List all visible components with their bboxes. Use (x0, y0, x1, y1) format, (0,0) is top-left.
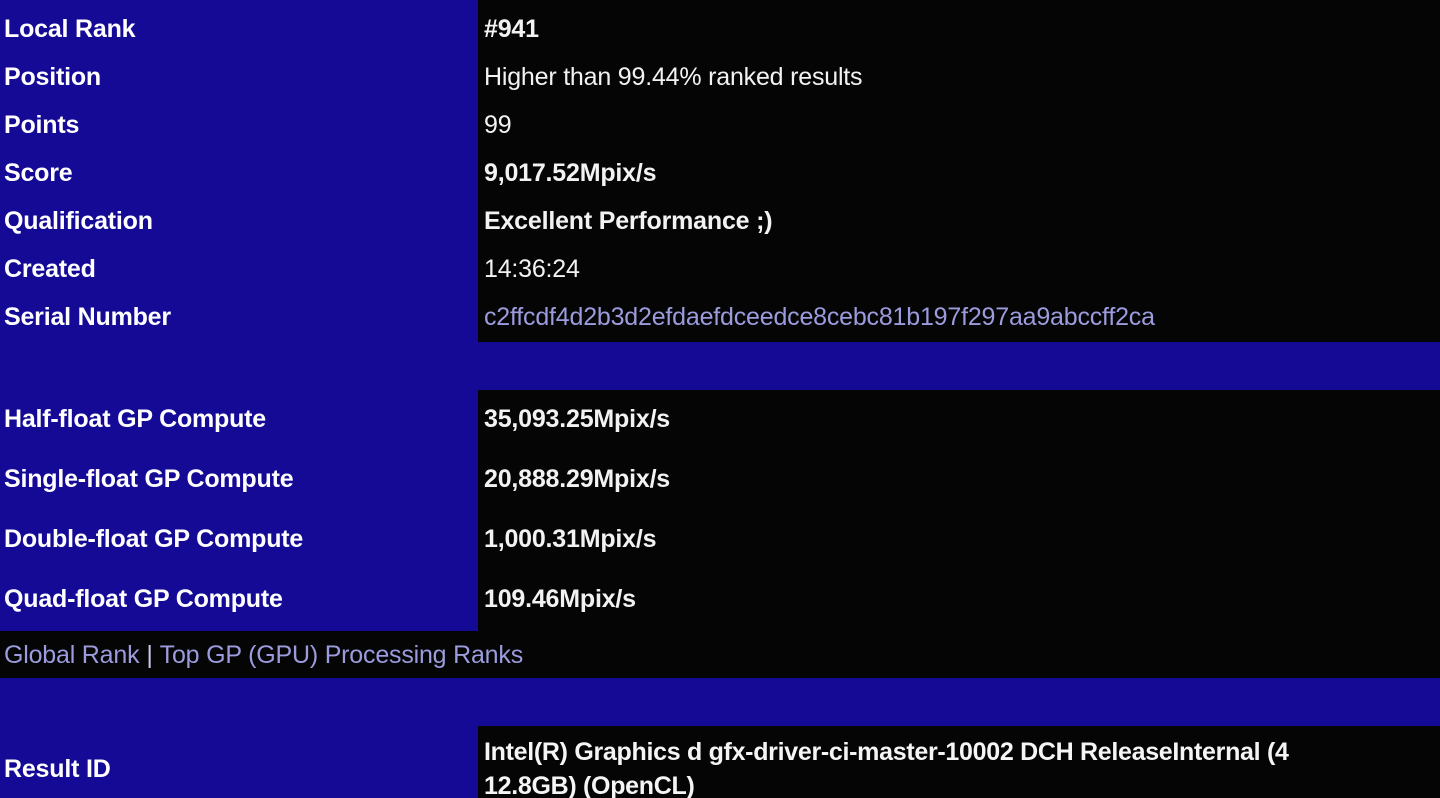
row-points: Points 99 (0, 110, 1440, 140)
row-serial-number: Serial Number c2ffcdf4d2b3d2efdaefdceedc… (0, 302, 1440, 332)
row-result-id: Result ID Intel(R) Graphics d gfx-driver… (0, 726, 1440, 798)
value-serial-number[interactable]: c2ffcdf4d2b3d2efdaefdceedce8cebc81b197f2… (478, 302, 1440, 332)
value-qualification: Excellent Performance ;) (478, 206, 1440, 236)
link-global-rank[interactable]: Global Rank (4, 639, 139, 671)
label-half-float-gp-compute: Half-float GP Compute (0, 404, 478, 434)
value-double-float-gp-compute: 1,000.31Mpix/s (478, 524, 1440, 554)
value-quad-float-gp-compute: 109.46Mpix/s (478, 584, 1440, 614)
link-top-gp-processing-ranks[interactable]: Top GP (GPU) Processing Ranks (160, 639, 523, 671)
value-position: Higher than 99.44% ranked results (478, 62, 1440, 92)
label-created: Created (0, 254, 478, 284)
label-points: Points (0, 110, 478, 140)
result-id-line-1: Intel(R) Graphics d gfx-driver-ci-master… (484, 738, 1289, 766)
rank-links-bar: Global Rank | Top GP (GPU) Processing Ra… (0, 638, 1440, 672)
value-half-float-gp-compute: 35,093.25Mpix/s (478, 404, 1440, 434)
row-score: Score 9,017.52Mpix/s (0, 158, 1440, 188)
row-created: Created 14:36:24 (0, 254, 1440, 284)
row-half-float-gp-compute: Half-float GP Compute 35,093.25Mpix/s (0, 404, 1440, 434)
label-position: Position (0, 62, 478, 92)
row-single-float-gp-compute: Single-float GP Compute 20,888.29Mpix/s (0, 464, 1440, 494)
label-single-float-gp-compute: Single-float GP Compute (0, 464, 478, 494)
row-double-float-gp-compute: Double-float GP Compute 1,000.31Mpix/s (0, 524, 1440, 554)
row-qualification: Qualification Excellent Performance ;) (0, 206, 1440, 236)
label-double-float-gp-compute: Double-float GP Compute (0, 524, 478, 554)
label-local-rank: Local Rank (0, 14, 478, 44)
label-qualification: Qualification (0, 206, 478, 236)
value-points: 99 (478, 110, 1440, 140)
links-separator: | (139, 639, 159, 671)
label-serial-number: Serial Number (0, 302, 478, 332)
row-local-rank: Local Rank #941 (0, 14, 1440, 44)
value-result-id: Intel(R) Graphics d gfx-driver-ci-master… (478, 726, 1440, 798)
row-quad-float-gp-compute: Quad-float GP Compute 109.46Mpix/s (0, 584, 1440, 614)
value-created: 14:36:24 (478, 254, 1440, 284)
value-single-float-gp-compute: 20,888.29Mpix/s (478, 464, 1440, 494)
label-score: Score (0, 158, 478, 188)
label-result-id: Result ID (0, 726, 478, 784)
value-score: 9,017.52Mpix/s (478, 158, 1440, 188)
row-position: Position Higher than 99.44% ranked resul… (0, 62, 1440, 92)
benchmark-result-page: Local Rank #941 Position Higher than 99.… (0, 0, 1440, 798)
label-quad-float-gp-compute: Quad-float GP Compute (0, 584, 478, 614)
value-local-rank: #941 (478, 14, 1440, 44)
result-id-line-2: 12.8GB) (OpenCL) (484, 769, 1440, 798)
